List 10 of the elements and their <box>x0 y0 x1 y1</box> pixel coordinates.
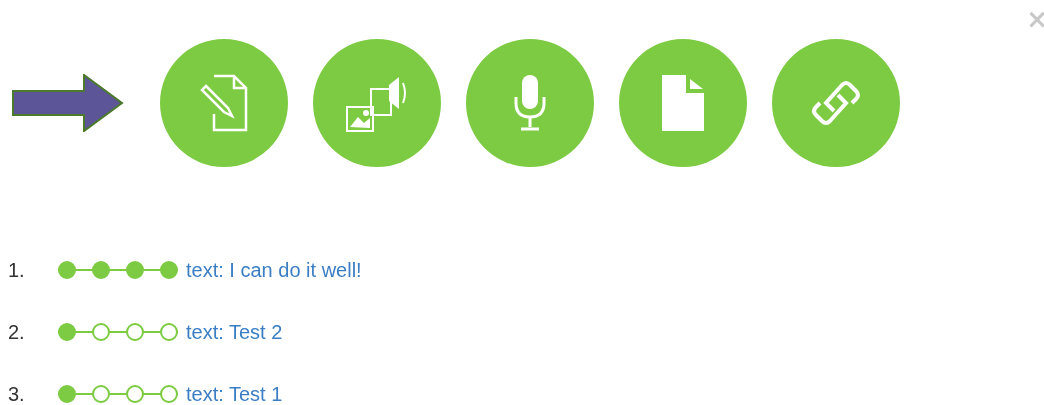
entry-link[interactable]: text: Test 1 <box>186 382 283 405</box>
list-number: 3. <box>7 382 26 405</box>
microphone-icon <box>512 73 548 133</box>
list-number: 1. <box>7 258 26 282</box>
list-number: 2. <box>7 320 26 344</box>
arrow-icon <box>12 74 124 132</box>
entry-link[interactable]: text: I can do it well! <box>186 258 362 282</box>
entry-link[interactable]: text: Test 2 <box>186 320 283 344</box>
document-icon <box>661 74 705 132</box>
compose-icon <box>200 74 248 132</box>
